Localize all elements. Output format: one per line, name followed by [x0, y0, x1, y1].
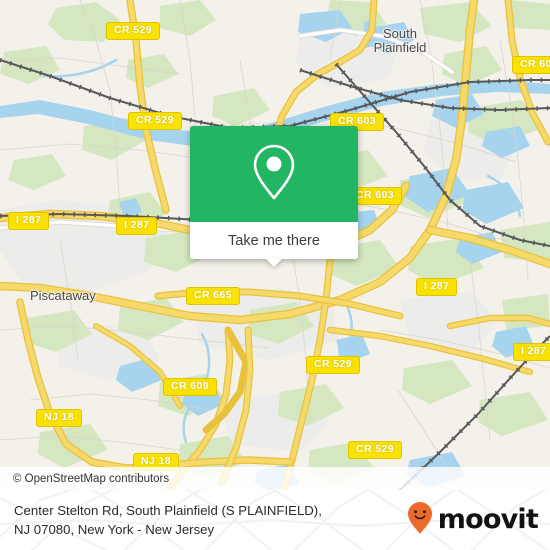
road-shield: CR 665 — [186, 287, 241, 305]
place-label-line2: Plainfield — [373, 40, 427, 55]
footer-bar: Center Stelton Rd, South Plainfield (S P… — [0, 490, 550, 550]
map-canvas[interactable]: .land { fill:#f4f1ea; } .green { fill:#d… — [0, 0, 550, 490]
road-shield: I 287 — [8, 212, 50, 230]
map-attribution-bar: © OpenStreetMap contributors — [0, 467, 550, 490]
footer-content: Center Stelton Rd, South Plainfield (S P… — [0, 490, 550, 550]
road-shield: I 287 — [513, 343, 550, 361]
take-me-there-label: Take me there — [228, 232, 320, 249]
road-shield: I 287 — [116, 217, 158, 235]
road-shield: CR 529 — [128, 112, 183, 130]
moovit-logo[interactable]: moovit — [407, 501, 539, 540]
openstreetmap-attribution: © OpenStreetMap contributors — [13, 472, 170, 485]
road-shield: CR 529 — [348, 441, 403, 459]
place-label-line1: South — [383, 26, 417, 41]
destination-popup-card[interactable]: Take me there — [190, 126, 358, 267]
address-line-2: NJ 07080, New York - New Jersey — [14, 522, 215, 537]
road-shield: I 287 — [416, 278, 458, 296]
moovit-wordmark: moovit — [437, 504, 539, 535]
popup-cta-area[interactable]: Take me there — [190, 222, 358, 259]
map-pin-icon — [249, 142, 299, 207]
moovit-pin-icon — [407, 501, 433, 540]
road-shield: CR 529 — [306, 356, 361, 374]
road-shield: NJ 18 — [36, 409, 83, 427]
moovit-map-screenshot: .land { fill:#f4f1ea; } .green { fill:#d… — [0, 0, 550, 550]
road-shield: CR 609 — [163, 378, 218, 396]
popup-tail-pointer — [265, 258, 283, 267]
place-label-piscataway: Piscataway — [30, 288, 96, 303]
road-shield: CR 604 — [512, 56, 550, 74]
address-line-1: Center Stelton Rd, South Plainfield (S P… — [14, 503, 322, 518]
place-label-south-plainfield: South Plainfield — [360, 27, 440, 55]
popup-icon-area — [190, 126, 358, 222]
address-text: Center Stelton Rd, South Plainfield (S P… — [14, 501, 407, 539]
road-shield: CR 529 — [106, 22, 161, 40]
